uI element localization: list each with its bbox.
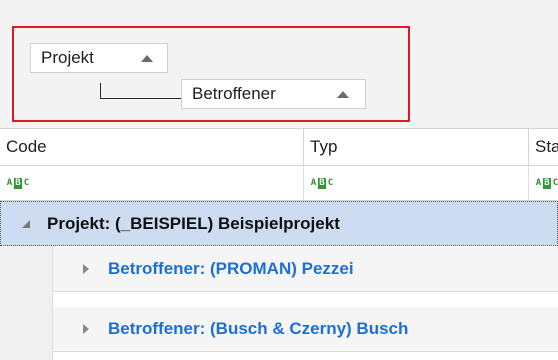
group-row-label: Betroffener: (PROMAN) Pezzei xyxy=(108,259,354,278)
filter-cell-typ[interactable]: A B C xyxy=(304,166,529,200)
sort-ascending-icon[interactable] xyxy=(141,55,153,62)
abc-icon-b: B xyxy=(14,177,22,189)
abc-icon-b: B xyxy=(543,177,551,189)
group-chip-projekt[interactable]: Projekt xyxy=(30,43,168,73)
text-filter-icon: A B C xyxy=(310,177,334,189)
filter-cell-status[interactable]: A B C xyxy=(529,166,558,200)
sort-ascending-icon[interactable] xyxy=(337,91,349,98)
collapse-icon[interactable] xyxy=(22,220,30,228)
abc-icon-a: A xyxy=(310,178,317,188)
group-indent xyxy=(0,246,53,360)
group-chip-betroffener[interactable]: Betroffener xyxy=(181,79,366,109)
column-header-status[interactable]: Sta xyxy=(529,129,558,165)
group-chip-label: Betroffener xyxy=(192,84,276,103)
abc-icon-c: C xyxy=(23,178,30,188)
group-row-betroffener[interactable]: Betroffener: (PROMAN) Pezzei xyxy=(53,247,558,292)
group-row-betroffener[interactable]: Betroffener: (Busch & Czerny) Busch xyxy=(53,307,558,352)
group-row-label: Projekt: (_BEISPIEL) Beispielprojekt xyxy=(47,214,340,233)
group-chip-label: Projekt xyxy=(41,48,94,67)
filter-cell-code[interactable]: A B C xyxy=(0,166,304,200)
abc-icon-a: A xyxy=(535,178,542,188)
auto-filter-row: A B C A B C A B C xyxy=(0,166,558,201)
column-header-typ[interactable]: Typ xyxy=(304,129,529,165)
group-row-projekt[interactable]: Projekt: (_BEISPIEL) Beispielprojekt xyxy=(0,201,558,246)
row-separator xyxy=(53,292,558,307)
group-by-panel[interactable]: Projekt Betroffener xyxy=(0,10,558,129)
column-header-code[interactable]: Code xyxy=(0,129,304,165)
expand-icon[interactable] xyxy=(83,264,89,274)
abc-icon-c: C xyxy=(552,178,558,188)
group-row-label: Betroffener: (Busch & Czerny) Busch xyxy=(108,319,409,338)
abc-icon-b: B xyxy=(318,177,326,189)
group-connector-vertical xyxy=(100,83,101,98)
text-filter-icon: A B C xyxy=(6,177,30,189)
group-connector-horizontal xyxy=(100,98,182,99)
text-filter-icon: A B C xyxy=(535,177,558,189)
column-header-row: Code Typ Sta xyxy=(0,129,558,166)
expand-icon[interactable] xyxy=(83,324,89,334)
top-strip xyxy=(0,0,558,10)
abc-icon-c: C xyxy=(327,178,334,188)
abc-icon-a: A xyxy=(6,178,13,188)
